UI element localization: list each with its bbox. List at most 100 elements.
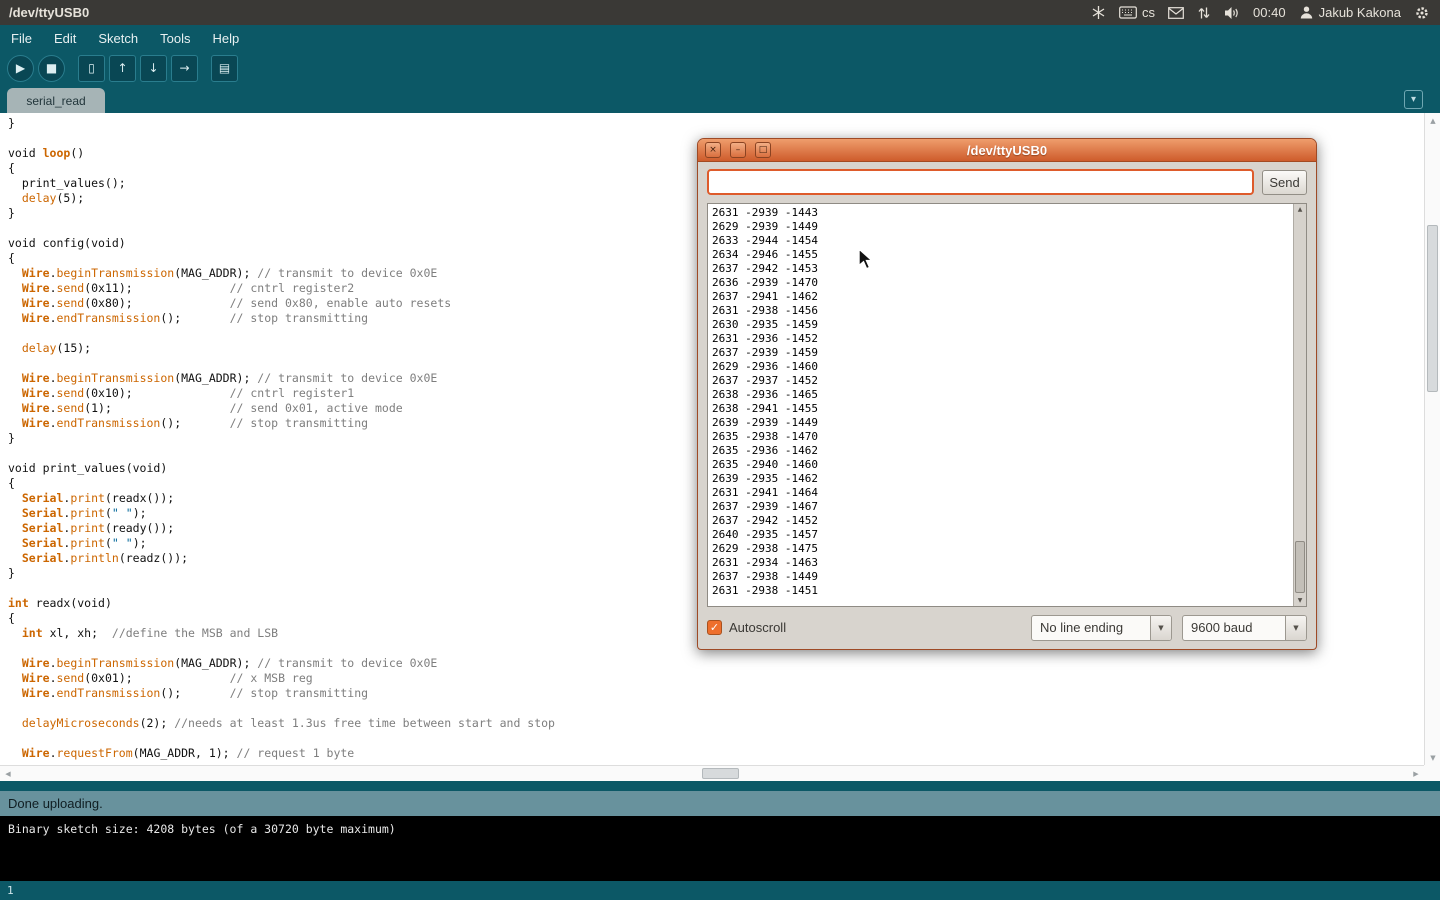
serial-output-line: 2635 -2938 -1470 <box>712 430 1293 444</box>
keyboard-icon <box>1119 6 1137 19</box>
stop-button[interactable]: ■ <box>38 55 65 82</box>
line-number: 1 <box>7 884 14 897</box>
check-icon: ✓ <box>710 622 719 633</box>
chevron-down-icon: ▼ <box>1285 616 1306 640</box>
editor-hscroll-thumb[interactable] <box>702 768 739 779</box>
code-line: } <box>8 116 1424 131</box>
serial-output-line: 2636 -2939 -1470 <box>712 276 1293 290</box>
mouse-cursor <box>858 248 880 272</box>
volume-icon[interactable] <box>1224 6 1240 20</box>
open-icon: ↑ <box>117 62 127 74</box>
scroll-up-icon[interactable]: ▲ <box>1425 114 1440 127</box>
editor-horizontal-scrollbar[interactable]: ◀ ▶ <box>0 765 1424 781</box>
serial-output-line: 2635 -2936 -1462 <box>712 444 1293 458</box>
console-area: Binary sketch size: 4208 bytes (of a 307… <box>0 816 1440 881</box>
autoscroll-checkbox[interactable]: ✓ <box>707 620 722 635</box>
serial-output-line: 2631 -2934 -1463 <box>712 556 1293 570</box>
serial-output-line: 2631 -2938 -1451 <box>712 584 1293 598</box>
open-button[interactable]: ↑ <box>109 55 136 82</box>
serial-output-line: 2638 -2936 -1465 <box>712 388 1293 402</box>
tab-serial-read[interactable]: serial_read <box>7 88 105 113</box>
console-line: Binary sketch size: 4208 bytes (of a 307… <box>8 822 1432 837</box>
serial-scrollbar[interactable]: ▲ ▼ <box>1293 204 1306 606</box>
user-icon <box>1299 5 1314 20</box>
serial-monitor-titlebar[interactable]: × – □ /dev/ttyUSB0 <box>698 139 1316 162</box>
scrollbar-corner <box>1424 765 1440 781</box>
system-bar: /dev/ttyUSB0 cs 00:40 Jakub Kakona <box>0 0 1440 25</box>
serial-monitor-footer: ✓ Autoscroll No line ending ▼ 9600 baud … <box>707 614 1307 641</box>
serial-output-line: 2637 -2942 -1452 <box>712 514 1293 528</box>
serial-output-line: 2629 -2939 -1449 <box>712 220 1293 234</box>
serial-monitor-title: /dev/ttyUSB0 <box>698 139 1316 162</box>
tab-menu-icon: ▾ <box>1411 94 1416 105</box>
serial-output-line: 2629 -2936 -1460 <box>712 360 1293 374</box>
serial-output-line: 2637 -2942 -1453 <box>712 262 1293 276</box>
minimize-icon[interactable]: – <box>730 142 746 158</box>
serial-monitor-button[interactable]: ▤ <box>211 55 238 82</box>
user-menu[interactable]: Jakub Kakona <box>1299 5 1401 20</box>
maximize-icon[interactable]: □ <box>755 142 771 158</box>
username-label: Jakub Kakona <box>1319 5 1401 20</box>
serial-output-area[interactable]: 2631 -2939 -14432629 -2939 -14492633 -29… <box>707 203 1307 607</box>
sync-arrows-icon[interactable] <box>1197 6 1211 20</box>
serial-output-line: 2637 -2938 -1449 <box>712 570 1293 584</box>
new-sketch-button[interactable]: ▯ <box>78 55 105 82</box>
chevron-down-icon: ▼ <box>1150 616 1171 640</box>
tab-menu-button[interactable]: ▾ <box>1404 90 1423 109</box>
serial-output-line: 2637 -2939 -1459 <box>712 346 1293 360</box>
save-button[interactable]: ↓ <box>140 55 167 82</box>
serial-output-line: 2640 -2935 -1457 <box>712 528 1293 542</box>
keyboard-layout-label: cs <box>1142 5 1155 20</box>
serial-output-line: 2631 -2938 -1456 <box>712 304 1293 318</box>
network-icon[interactable] <box>1091 5 1106 20</box>
serial-monitor-window: × – □ /dev/ttyUSB0 Send 2631 -2939 -1443… <box>697 138 1317 650</box>
serial-output-line: 2631 -2936 -1452 <box>712 332 1293 346</box>
line-ending-select[interactable]: No line ending ▼ <box>1031 615 1172 641</box>
menu-item-help[interactable]: Help <box>201 31 250 46</box>
serial-output-line: 2630 -2935 -1459 <box>712 318 1293 332</box>
serial-output-line: 2631 -2941 -1464 <box>712 486 1293 500</box>
upload-button[interactable]: → <box>171 55 198 82</box>
serial-output-line: 2637 -2937 -1452 <box>712 374 1293 388</box>
serial-monitor-selects: No line ending ▼ 9600 baud ▼ <box>1031 615 1307 641</box>
baud-rate-select[interactable]: 9600 baud ▼ <box>1182 615 1307 641</box>
save-icon: ↓ <box>148 62 158 74</box>
editor-vscroll-thumb[interactable] <box>1427 225 1438 392</box>
serial-output-line: 2633 -2944 -1454 <box>712 234 1293 248</box>
scroll-right-icon[interactable]: ▶ <box>1409 766 1423 782</box>
window-controls: × – □ <box>705 142 771 158</box>
serial-send-input[interactable] <box>707 169 1254 195</box>
serial-output-line: 2631 -2939 -1443 <box>712 206 1293 220</box>
send-button[interactable]: Send <box>1262 170 1307 195</box>
serial-output-line: 2635 -2940 -1460 <box>712 458 1293 472</box>
status-bar: Done uploading. <box>0 791 1440 816</box>
menu-item-sketch[interactable]: Sketch <box>87 31 149 46</box>
mail-icon[interactable] <box>1168 7 1184 19</box>
scroll-up-icon[interactable]: ▲ <box>1294 204 1306 215</box>
status-message: Done uploading. <box>8 796 103 811</box>
serial-output-line: 2639 -2935 -1462 <box>712 472 1293 486</box>
code-line <box>8 701 1424 716</box>
clock[interactable]: 00:40 <box>1253 5 1286 20</box>
scroll-down-icon[interactable]: ▼ <box>1425 751 1440 764</box>
editor-vertical-scrollbar[interactable]: ▲ ▼ <box>1424 113 1440 765</box>
keyboard-layout-indicator[interactable]: cs <box>1119 5 1155 20</box>
verify-icon: ▶ <box>16 62 25 74</box>
scroll-down-icon[interactable]: ▼ <box>1294 595 1306 606</box>
code-line: Wire.requestFrom(MAG_ADDR, 1); // reques… <box>8 746 1424 761</box>
menu-item-file[interactable]: File <box>0 31 43 46</box>
close-icon[interactable]: × <box>705 142 721 158</box>
serial-output-line: 2639 -2939 -1449 <box>712 416 1293 430</box>
tab-strip: serial_read ▾ <box>0 85 1440 113</box>
serial-monitor-icon: ▤ <box>219 62 230 74</box>
serial-output-line: 2629 -2938 -1475 <box>712 542 1293 556</box>
session-gear-icon[interactable] <box>1414 5 1430 21</box>
verify-button[interactable]: ▶ <box>7 55 34 82</box>
line-ending-value: No line ending <box>1032 620 1150 635</box>
scroll-left-icon[interactable]: ◀ <box>1 766 15 782</box>
serial-scroll-thumb[interactable] <box>1295 541 1305 593</box>
menu-item-edit[interactable]: Edit <box>43 31 87 46</box>
baud-rate-value: 9600 baud <box>1183 620 1285 635</box>
menu-item-tools[interactable]: Tools <box>149 31 201 46</box>
toolbar: ▶ ■ ▯ ↑ ↓ → ▤ <box>0 53 1440 83</box>
